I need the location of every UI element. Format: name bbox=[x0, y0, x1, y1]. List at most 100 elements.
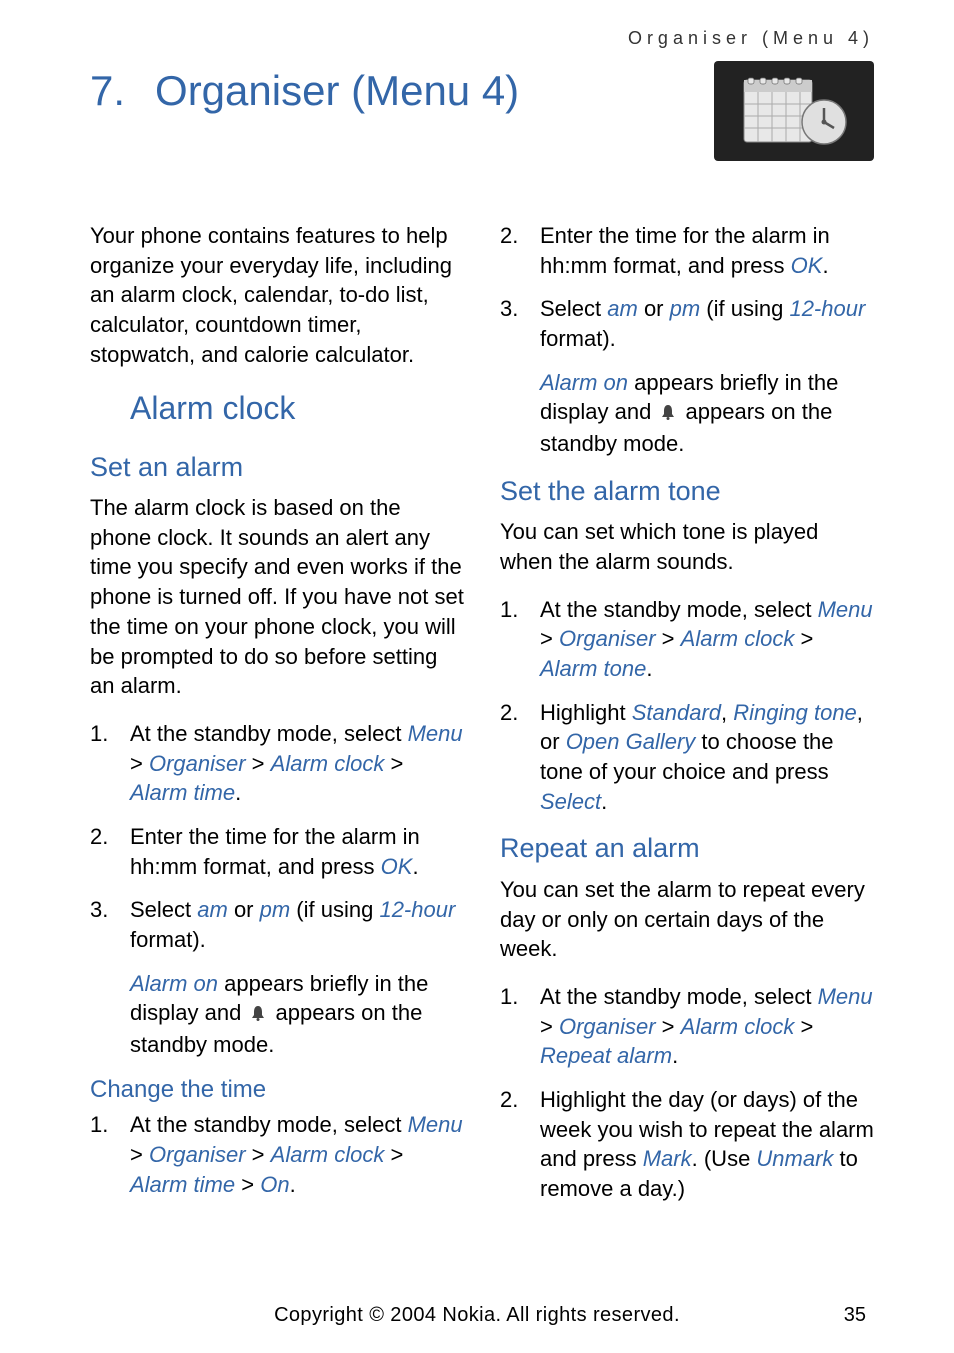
list-item: 3. Select am or pm (if using 12-hour for… bbox=[90, 895, 464, 954]
step-number: 1. bbox=[90, 719, 108, 749]
step-text: Select bbox=[540, 296, 607, 321]
step-text: or bbox=[228, 897, 260, 922]
list-item: 3. Select am or pm (if using 12-hour for… bbox=[500, 294, 874, 353]
set-alarm-heading: Set an alarm bbox=[90, 449, 464, 485]
step-number: 2. bbox=[500, 221, 518, 251]
ui-term: Ringing tone bbox=[733, 700, 857, 725]
ui-term: am bbox=[197, 897, 228, 922]
set-tone-intro: You can set which tone is played when th… bbox=[500, 517, 874, 576]
copyright: Copyright © 2004 Nokia. All rights reser… bbox=[274, 1304, 680, 1327]
change-time-steps-continued: 2. Enter the time for the alarm in hh:mm… bbox=[500, 221, 874, 354]
list-item: 1. At the standby mode, select Menu > Or… bbox=[90, 719, 464, 808]
set-alarm-intro: The alarm clock is based on the phone cl… bbox=[90, 493, 464, 701]
ui-term: 12-hour bbox=[789, 296, 865, 321]
ui-term: Menu bbox=[408, 721, 463, 746]
ui-term: Menu bbox=[408, 1112, 463, 1137]
step-text: > bbox=[384, 751, 403, 776]
list-item: 2. Enter the time for the alarm in hh:mm… bbox=[500, 221, 874, 280]
step-text: . bbox=[235, 780, 241, 805]
running-header: Organiser (Menu 4) bbox=[90, 28, 874, 49]
ui-term: Standard bbox=[632, 700, 721, 725]
ui-term: Alarm clock bbox=[681, 626, 795, 651]
set-alarm-steps: 1. At the standby mode, select Menu > Or… bbox=[90, 719, 464, 955]
intro-paragraph: Your phone contains features to help org… bbox=[90, 221, 464, 369]
list-item: 2. Highlight the day (or days) of the we… bbox=[500, 1085, 874, 1204]
step-text: . bbox=[601, 789, 607, 814]
calendar-clock-icon bbox=[714, 61, 874, 161]
step-text: > bbox=[130, 1142, 149, 1167]
step-text: or bbox=[638, 296, 670, 321]
ui-term: Alarm clock bbox=[681, 1014, 795, 1039]
step-text: . bbox=[646, 656, 652, 681]
ui-term: am bbox=[607, 296, 638, 321]
ui-term: Organiser bbox=[559, 1014, 656, 1039]
repeat-alarm-heading: Repeat an alarm bbox=[500, 830, 874, 866]
step-number: 3. bbox=[90, 895, 108, 925]
list-item: 1. At the standby mode, select Menu > Or… bbox=[500, 595, 874, 684]
section-title: Organiser (Menu 4) bbox=[155, 67, 519, 115]
ui-term: pm bbox=[260, 897, 291, 922]
step-text: (if using bbox=[700, 296, 789, 321]
step-number: 1. bbox=[500, 982, 518, 1012]
ui-term: Organiser bbox=[559, 626, 656, 651]
step-text: > bbox=[384, 1142, 403, 1167]
ui-term: Mark bbox=[643, 1146, 692, 1171]
set-tone-steps: 1. At the standby mode, select Menu > Or… bbox=[500, 595, 874, 817]
step-text: > bbox=[246, 751, 271, 776]
repeat-intro: You can set the alarm to repeat every da… bbox=[500, 875, 874, 964]
ui-term: Alarm time bbox=[130, 780, 235, 805]
step-text: > bbox=[246, 1142, 271, 1167]
alarm-on-note: Alarm on appears briefly in the display … bbox=[90, 969, 464, 1060]
step-text: > bbox=[656, 626, 681, 651]
ui-term: Organiser bbox=[149, 751, 246, 776]
step-text: > bbox=[794, 1014, 813, 1039]
step-text: , bbox=[721, 700, 733, 725]
ui-term: Menu bbox=[818, 597, 873, 622]
left-column: Your phone contains features to help org… bbox=[90, 221, 464, 1218]
step-number: 1. bbox=[90, 1110, 108, 1140]
step-text: > bbox=[235, 1172, 260, 1197]
right-column: 2. Enter the time for the alarm in hh:mm… bbox=[500, 221, 874, 1218]
list-item: 2. Highlight Standard, Ringing tone, or … bbox=[500, 698, 874, 817]
ui-term: OK bbox=[381, 854, 413, 879]
ui-term: 12-hour bbox=[379, 897, 455, 922]
ui-term: OK bbox=[791, 253, 823, 278]
step-text: . (Use bbox=[692, 1146, 757, 1171]
step-text: > bbox=[794, 626, 813, 651]
list-item: 1. At the standby mode, select Menu > Or… bbox=[500, 982, 874, 1071]
list-item: 1. At the standby mode, select Menu > Or… bbox=[90, 1110, 464, 1199]
ui-term: Open Gallery bbox=[566, 729, 696, 754]
step-text: At the standby mode, select bbox=[540, 984, 818, 1009]
step-text: > bbox=[540, 1014, 559, 1039]
ui-term: Alarm tone bbox=[540, 656, 646, 681]
ui-term: Organiser bbox=[149, 1142, 246, 1167]
step-text: At the standby mode, select bbox=[540, 597, 818, 622]
step-text: (if using bbox=[290, 897, 379, 922]
bell-icon bbox=[247, 1000, 269, 1030]
change-time-steps: 1. At the standby mode, select Menu > Or… bbox=[90, 1110, 464, 1199]
ui-term: Alarm on bbox=[540, 370, 628, 395]
step-text: . bbox=[672, 1043, 678, 1068]
alarm-clock-heading: Alarm clock bbox=[130, 387, 464, 430]
list-item: 2. Enter the time for the alarm in hh:mm… bbox=[90, 822, 464, 881]
step-text: Select bbox=[130, 897, 197, 922]
step-text: . bbox=[822, 253, 828, 278]
step-text: Enter the time for the alarm in hh:mm fo… bbox=[130, 824, 420, 879]
section-number: 7. bbox=[90, 67, 125, 115]
ui-term: Repeat alarm bbox=[540, 1043, 672, 1068]
ui-term: Alarm clock bbox=[271, 1142, 385, 1167]
set-alarm-tone-heading: Set the alarm tone bbox=[500, 473, 874, 509]
change-time-heading: Change the time bbox=[90, 1074, 464, 1106]
step-number: 2. bbox=[90, 822, 108, 852]
step-number: 2. bbox=[500, 698, 518, 728]
page-number: 35 bbox=[844, 1304, 866, 1327]
ui-term: Alarm on bbox=[130, 971, 218, 996]
ui-term: Select bbox=[540, 789, 601, 814]
footer: Copyright © 2004 Nokia. All rights reser… bbox=[0, 1304, 954, 1327]
step-text: > bbox=[130, 751, 149, 776]
ui-term: Menu bbox=[818, 984, 873, 1009]
content-columns: Your phone contains features to help org… bbox=[90, 221, 874, 1218]
step-text: > bbox=[656, 1014, 681, 1039]
step-text: format). bbox=[130, 927, 206, 952]
step-number: 2. bbox=[500, 1085, 518, 1115]
